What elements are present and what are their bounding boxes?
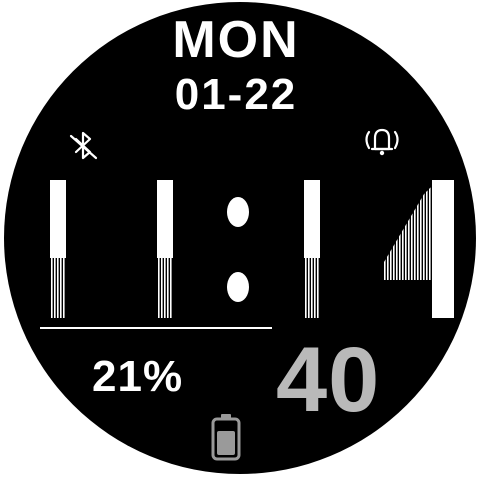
- minute-digit-2: [384, 180, 454, 318]
- watch-screen: MON 01-22 21% 40: [0, 0, 480, 480]
- hour-digit-2: [157, 180, 173, 318]
- minute-digit-1: [304, 180, 320, 318]
- battery-fill: [217, 431, 235, 455]
- battery-percent: 21%: [92, 352, 184, 401]
- divider-line: [40, 327, 272, 329]
- hour-digit-1: [50, 180, 66, 318]
- time-display: [50, 180, 454, 318]
- seconds: 40: [276, 329, 381, 431]
- time-colon: [227, 197, 249, 302]
- battery-icon: [211, 414, 241, 461]
